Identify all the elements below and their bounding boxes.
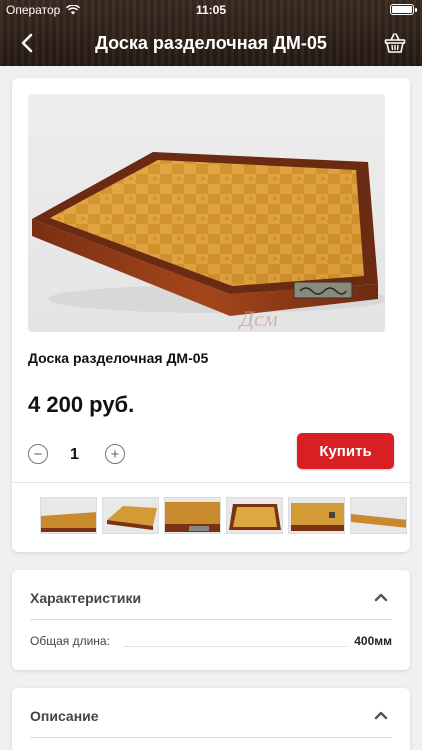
thumbnail-image: [165, 498, 220, 533]
chevron-up-icon[interactable]: [374, 592, 388, 602]
spec-value: 400мм: [354, 634, 392, 648]
thumbnail-image: [289, 498, 344, 533]
chevron-left-icon: [21, 33, 33, 53]
svg-text:Дсм: Дсм: [238, 306, 278, 331]
cart-button[interactable]: [384, 32, 406, 54]
status-time: 11:05: [195, 3, 227, 17]
quantity-decrease-button[interactable]: −: [28, 444, 48, 464]
thumbnail-2[interactable]: [102, 497, 159, 534]
specs-divider: [30, 619, 392, 620]
back-button[interactable]: [16, 30, 38, 56]
quantity-increase-button[interactable]: +: [105, 444, 125, 464]
specs-card: Характеристики Общая длина: 400мм: [12, 570, 410, 670]
description-divider: [30, 737, 392, 738]
product-card: Дсм Доска разделочная ДМ-05 4 200 руб. −…: [12, 78, 410, 552]
thumbnail-image: [41, 498, 96, 533]
battery-fill: [392, 6, 412, 13]
thumbnail-strip: [12, 483, 410, 552]
spec-label: Общая длина:: [30, 634, 110, 648]
quantity-value: 1: [70, 446, 79, 463]
spec-leader-dots: [124, 646, 348, 647]
chevron-up-icon[interactable]: [374, 710, 388, 720]
thumbnail-5[interactable]: [288, 497, 345, 534]
specs-title[interactable]: Характеристики: [30, 590, 141, 606]
thumbnail-6[interactable]: [350, 497, 407, 534]
thumbnail-1[interactable]: [40, 497, 97, 534]
minus-circle-icon: −: [33, 445, 43, 463]
thumbnail-3[interactable]: [164, 497, 221, 534]
thumbnail-4[interactable]: [226, 497, 283, 534]
page-title: Доска разделочная ДМ-05: [95, 32, 327, 53]
status-bar: Оператор 11:05: [0, 0, 422, 20]
thumbnail-image: [351, 498, 406, 533]
nav-bar: Доска разделочная ДМ-05: [0, 20, 422, 66]
thumbnail-image: [227, 498, 282, 533]
plus-circle-icon: +: [110, 445, 120, 463]
product-name: Доска разделочная ДМ-05: [28, 350, 209, 366]
description-title[interactable]: Описание: [30, 708, 99, 724]
product-price: 4 200 руб.: [28, 392, 135, 417]
product-image[interactable]: Дсм: [28, 94, 385, 332]
battery-icon: [390, 4, 417, 15]
basket-icon: [384, 33, 406, 53]
buy-button[interactable]: Купить: [297, 433, 394, 469]
cutting-board-image: Дсм: [32, 152, 385, 331]
thumbnail-image: [103, 498, 158, 533]
header: Оператор 11:05 Доска разделочная ДМ-05: [0, 0, 422, 66]
description-card: Описание: [12, 688, 410, 750]
